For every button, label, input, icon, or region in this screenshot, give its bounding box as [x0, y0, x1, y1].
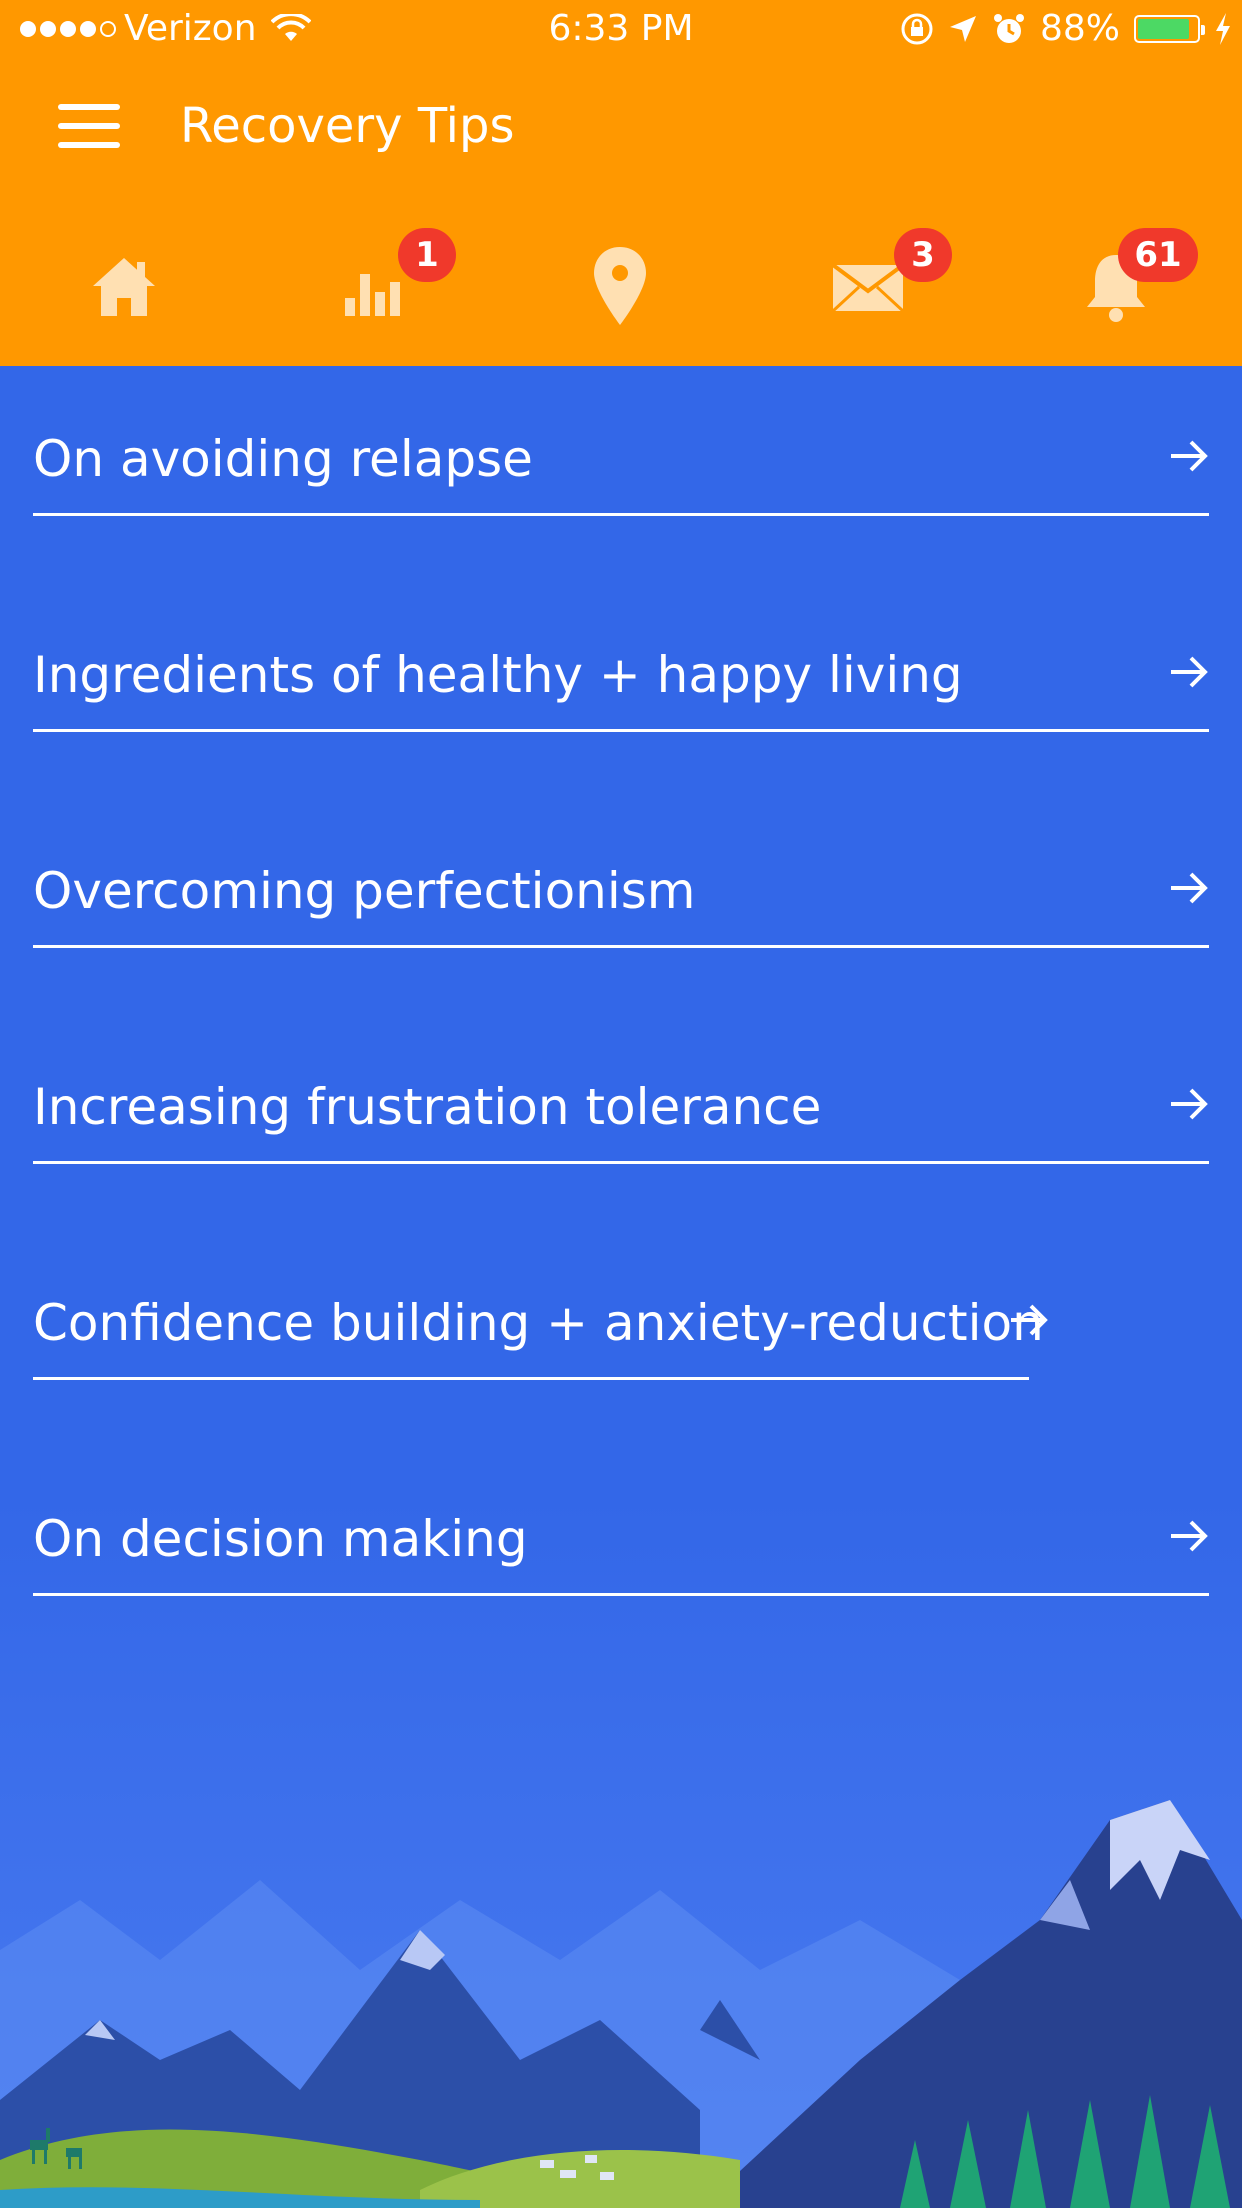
- divider: [33, 1377, 1029, 1380]
- tip-label: On decision making: [33, 1510, 528, 1568]
- tip-label: Confidence building + anxiety-reduction: [33, 1294, 1044, 1352]
- list-item[interactable]: Confidence building + anxiety-reduction: [33, 1230, 1209, 1380]
- tab-messages[interactable]: 3: [808, 228, 952, 342]
- hamburger-menu-icon[interactable]: [58, 104, 120, 148]
- home-icon: [93, 258, 155, 316]
- divider: [33, 1593, 1209, 1596]
- list-item[interactable]: Ingredients of healthy + happy living: [33, 582, 1209, 732]
- alarm-icon: [993, 13, 1024, 43]
- location-pin-icon: [594, 247, 646, 325]
- arrow-right-icon: [1171, 656, 1208, 688]
- tip-label: Overcoming perfectionism: [33, 862, 696, 920]
- arrow-right-icon: [1011, 1304, 1048, 1336]
- divider: [33, 1161, 1209, 1164]
- tab-stats[interactable]: 1: [312, 228, 456, 342]
- tip-label: Increasing frustration tolerance: [33, 1078, 822, 1136]
- tab-location[interactable]: [560, 232, 680, 342]
- tab-home[interactable]: [64, 232, 184, 342]
- arrow-right-icon: [1171, 1088, 1208, 1120]
- location-arrow-icon: [949, 15, 976, 42]
- rotation-lock-icon: [901, 13, 933, 44]
- list-item[interactable]: Overcoming perfectionism: [33, 798, 1209, 948]
- arrow-right-icon: [1171, 440, 1208, 472]
- mountain-landscape-illustration: [0, 1500, 1242, 2208]
- status-right: 88%: [900, 8, 1232, 49]
- battery-icon: [1134, 14, 1205, 43]
- divider: [33, 945, 1209, 948]
- divider: [33, 513, 1209, 516]
- notifications-badge: 61: [1118, 228, 1198, 282]
- tip-label: On avoiding relapse: [33, 430, 533, 488]
- list-item[interactable]: Increasing frustration tolerance: [33, 1014, 1209, 1164]
- list-item[interactable]: On decision making: [33, 1446, 1209, 1596]
- bar-chart-icon: [345, 274, 400, 316]
- list-item[interactable]: On avoiding relapse: [33, 366, 1209, 516]
- page-title: Recovery Tips: [180, 98, 515, 154]
- tab-bar: 1 3 61: [0, 228, 1242, 342]
- arrow-right-icon: [1171, 1520, 1208, 1552]
- mail-icon: [831, 263, 905, 313]
- tip-label: Ingredients of healthy + happy living: [33, 646, 963, 704]
- messages-badge: 3: [894, 228, 952, 282]
- app-bar: Recovery Tips 1 3 61: [0, 62, 1242, 366]
- status-bar: Verizon 6:33 PM 88%: [0, 0, 1242, 62]
- charging-bolt-icon: [1216, 12, 1230, 45]
- stats-badge: 1: [398, 228, 456, 282]
- tab-notifications[interactable]: 61: [1056, 228, 1198, 342]
- battery-percent: 88%: [1039, 8, 1120, 49]
- divider: [33, 729, 1209, 732]
- arrow-right-icon: [1171, 872, 1208, 904]
- battery-fill: [1138, 18, 1190, 39]
